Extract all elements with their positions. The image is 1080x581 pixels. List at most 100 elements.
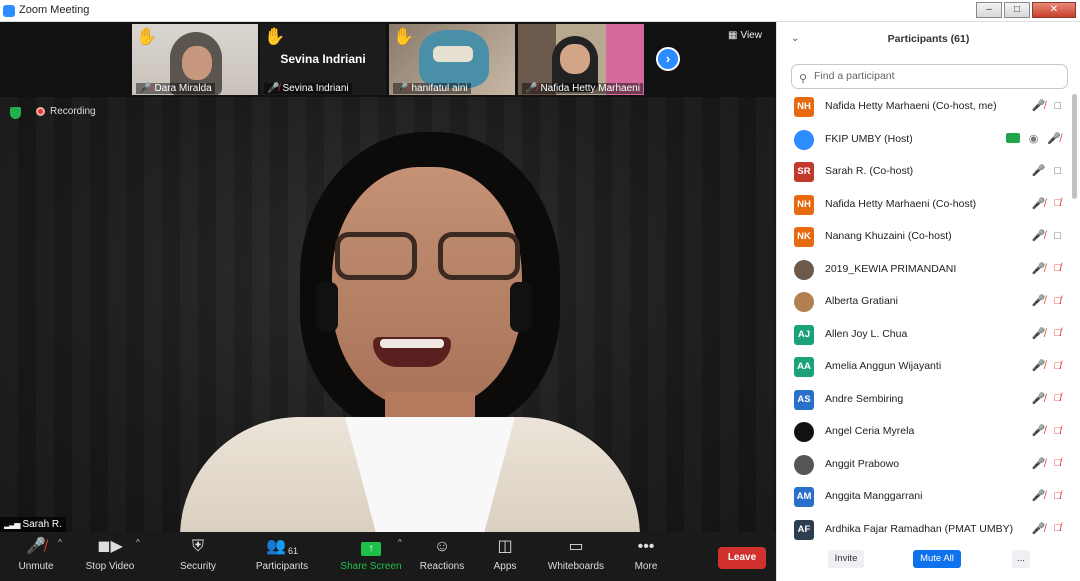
audio-options-caret[interactable]: ^ xyxy=(58,538,62,547)
mic-muted-icon[interactable]: 🎤̸ xyxy=(1032,99,1046,112)
participant-name: FKIP UMBY (Host) xyxy=(825,132,913,145)
mic-muted-icon[interactable]: 🎤̸ xyxy=(1032,522,1046,535)
share-screen-button[interactable]: ↑ Share Screen xyxy=(340,532,402,581)
participants-icon: 👥 xyxy=(266,538,286,555)
video-icon[interactable]: □ xyxy=(1054,100,1061,112)
participant-row[interactable]: Alberta Gratiani 🎤̸ □̸ xyxy=(777,287,1069,320)
muted-mic-icon: 🎤̸ xyxy=(525,83,538,94)
participant-row[interactable]: AJ Allen Joy L. Chua 🎤̸ □̸ xyxy=(777,320,1069,353)
participant-name: Allen Joy L. Chua xyxy=(825,327,908,340)
avatar: AA xyxy=(794,357,814,377)
video-off-icon[interactable]: □̸ xyxy=(1054,197,1061,209)
security-shield-icon[interactable] xyxy=(10,107,21,119)
grid-icon: ▦ xyxy=(728,30,738,41)
view-button[interactable]: ▦ View xyxy=(728,30,762,41)
minimize-button[interactable]: – xyxy=(976,2,1002,18)
participant-name: Andre Sembiring xyxy=(825,392,904,405)
whiteboard-icon: ▭ xyxy=(568,538,584,555)
security-button[interactable]: ⛨ Security xyxy=(176,532,220,581)
participant-status-icons: 🎤̸ □ xyxy=(1032,229,1061,243)
participant-row[interactable]: Angel Ceria Myrela 🎤̸ □̸ xyxy=(777,417,1069,450)
participant-row[interactable]: NH Nafida Hetty Marhaeni (Co-host) 🎤̸ □̸ xyxy=(777,190,1069,223)
close-window-button[interactable]: ✕ xyxy=(1032,2,1076,18)
mute-all-button[interactable]: Mute All xyxy=(913,550,961,568)
meeting-toolbar: 🎤̸ Unmute ^ ◼▶ Stop Video ^ ⛨ Security 👥… xyxy=(0,532,776,581)
whiteboards-button[interactable]: ▭ Whiteboards xyxy=(544,532,608,581)
mic-muted-icon[interactable]: 🎤̸ xyxy=(1032,229,1046,242)
mic-muted-icon[interactable]: 🎤̸ xyxy=(1032,489,1046,502)
invite-button[interactable]: Invite xyxy=(828,550,864,568)
mic-muted-icon[interactable]: 🎤̸ xyxy=(1032,392,1046,405)
more-button[interactable]: ••• More xyxy=(628,532,664,581)
video-off-icon[interactable]: □̸ xyxy=(1054,522,1061,534)
mic-muted-icon[interactable]: 🎤̸ xyxy=(1032,262,1046,275)
video-off-icon[interactable]: □̸ xyxy=(1054,360,1061,372)
share-screen-icon: ↑ xyxy=(361,542,381,556)
mic-icon[interactable]: 🎤 xyxy=(1032,164,1046,177)
window-title: Zoom Meeting xyxy=(19,4,90,16)
search-icon: ⚲ xyxy=(799,73,808,85)
participant-row[interactable]: AA Amelia Anggun Wijayanti 🎤̸ □̸ xyxy=(777,352,1069,385)
participants-panel: ⌄ Participants (61) ⚲ Find a participant… xyxy=(776,22,1080,581)
mic-muted-icon[interactable]: 🎤̸ xyxy=(1032,327,1046,340)
avatar xyxy=(794,259,814,280)
participant-row[interactable]: AF Ardhika Fajar Ramadhan (PMAT UMBY) 🎤̸ □̸ xyxy=(777,515,1069,548)
panel-more-button[interactable]: ... xyxy=(1012,550,1030,568)
participant-row[interactable]: FKIP UMBY (Host) ◉ 🎤̸ xyxy=(777,125,1069,158)
video-off-icon[interactable]: □̸ xyxy=(1054,327,1061,339)
participants-button[interactable]: 👥 61 Participants xyxy=(252,532,312,581)
participant-row[interactable]: 2019_KEWIA PRIMANDANI 🎤̸ □̸ xyxy=(777,255,1069,288)
video-off-icon[interactable]: □̸ xyxy=(1054,262,1061,274)
video-off-icon[interactable]: □̸ xyxy=(1054,392,1061,404)
mic-muted-icon[interactable]: 🎤̸ xyxy=(1032,294,1046,307)
video-off-icon[interactable]: □̸ xyxy=(1054,457,1061,469)
participant-status-icons: 🎤̸ □̸ xyxy=(1032,392,1061,405)
participant-list-scrollbar[interactable] xyxy=(1072,94,1077,199)
video-off-icon[interactable]: □̸ xyxy=(1054,490,1061,502)
participant-row[interactable]: NH Nafida Hetty Marhaeni (Co-host, me) 🎤̸ □ xyxy=(777,92,1069,125)
avatar: AS xyxy=(794,389,814,410)
avatar: NH xyxy=(794,97,814,117)
thumbnail-display-name: Sevina Indriani xyxy=(280,52,366,66)
video-icon[interactable]: □ xyxy=(1054,165,1061,177)
video-off-icon[interactable]: □̸ xyxy=(1054,295,1061,307)
participant-row[interactable]: SR Sarah R. (Co-host) 🎤 □ xyxy=(777,157,1069,190)
share-options-caret[interactable]: ^ xyxy=(398,538,402,547)
speaker-name-tag: ▂▃▅ Sarah R. xyxy=(0,517,66,532)
mic-muted-icon[interactable]: 🎤̸ xyxy=(1032,424,1046,437)
video-options-caret[interactable]: ^ xyxy=(136,538,140,547)
thumbnail-strip: ✋ 🎤̸ Dara Miralda ✋ Sevina Indriani 🎤̸ Sev… xyxy=(0,22,776,97)
leave-button[interactable]: Leave xyxy=(718,547,766,569)
video-icon[interactable]: □ xyxy=(1054,230,1061,242)
unmute-button[interactable]: 🎤̸ Unmute xyxy=(10,532,62,581)
mic-muted-icon[interactable]: 🎤̸ xyxy=(1032,197,1046,210)
stop-video-button[interactable]: ◼▶ Stop Video xyxy=(80,532,140,581)
participant-search-input[interactable]: ⚲ Find a participant xyxy=(791,64,1068,89)
raised-hand-icon: ✋ xyxy=(264,27,286,46)
mic-off-icon: 🎤̸ xyxy=(26,538,46,555)
mic-muted-icon[interactable]: 🎤̸ xyxy=(1047,132,1061,145)
maximize-button[interactable]: □ xyxy=(1004,2,1030,18)
mic-muted-icon[interactable]: 🎤̸ xyxy=(1032,359,1046,372)
apps-button[interactable]: ◫ Apps xyxy=(488,532,522,581)
participant-row[interactable]: AS Andre Sembiring 🎤̸ □̸ xyxy=(777,385,1069,418)
reactions-button[interactable]: ☺ Reactions xyxy=(418,532,466,581)
participant-name: Amelia Anggun Wijayanti xyxy=(825,360,942,372)
participant-row[interactable]: NK Nanang Khuzaini (Co-host) 🎤̸ □ xyxy=(777,222,1069,255)
mic-muted-icon[interactable]: 🎤̸ xyxy=(1032,457,1046,470)
participant-name: Anggit Prabowo xyxy=(825,457,900,470)
participant-thumbnail[interactable]: ✋ 🎤̸ hanifatul aini xyxy=(389,24,515,95)
participant-row[interactable]: Anggit Prabowo 🎤̸ □̸ xyxy=(777,450,1069,483)
participant-thumbnail[interactable]: ✋ 🎤̸ Dara Miralda xyxy=(132,24,258,95)
participant-thumbnail[interactable]: 🎤̸ Nafida Hetty Marhaeni xyxy=(518,24,644,95)
video-off-icon[interactable]: □̸ xyxy=(1054,425,1061,437)
participant-status-icons: 🎤̸ □̸ xyxy=(1032,294,1061,308)
next-page-button[interactable]: › xyxy=(656,47,680,71)
participant-thumbnail[interactable]: ✋ Sevina Indriani 🎤̸ Sevina Indriani xyxy=(260,24,386,95)
participants-title: Participants (61) xyxy=(887,33,970,45)
participant-row[interactable]: AM Anggita Manggarrani 🎤̸ □̸ xyxy=(777,482,1069,515)
participant-name: Alberta Gratiani xyxy=(825,295,898,307)
participant-name: Ardhika Fajar Ramadhan (PMAT UMBY) xyxy=(825,522,1014,535)
avatar: AJ xyxy=(794,324,814,345)
recording-indicator[interactable]: Recording xyxy=(36,106,96,117)
